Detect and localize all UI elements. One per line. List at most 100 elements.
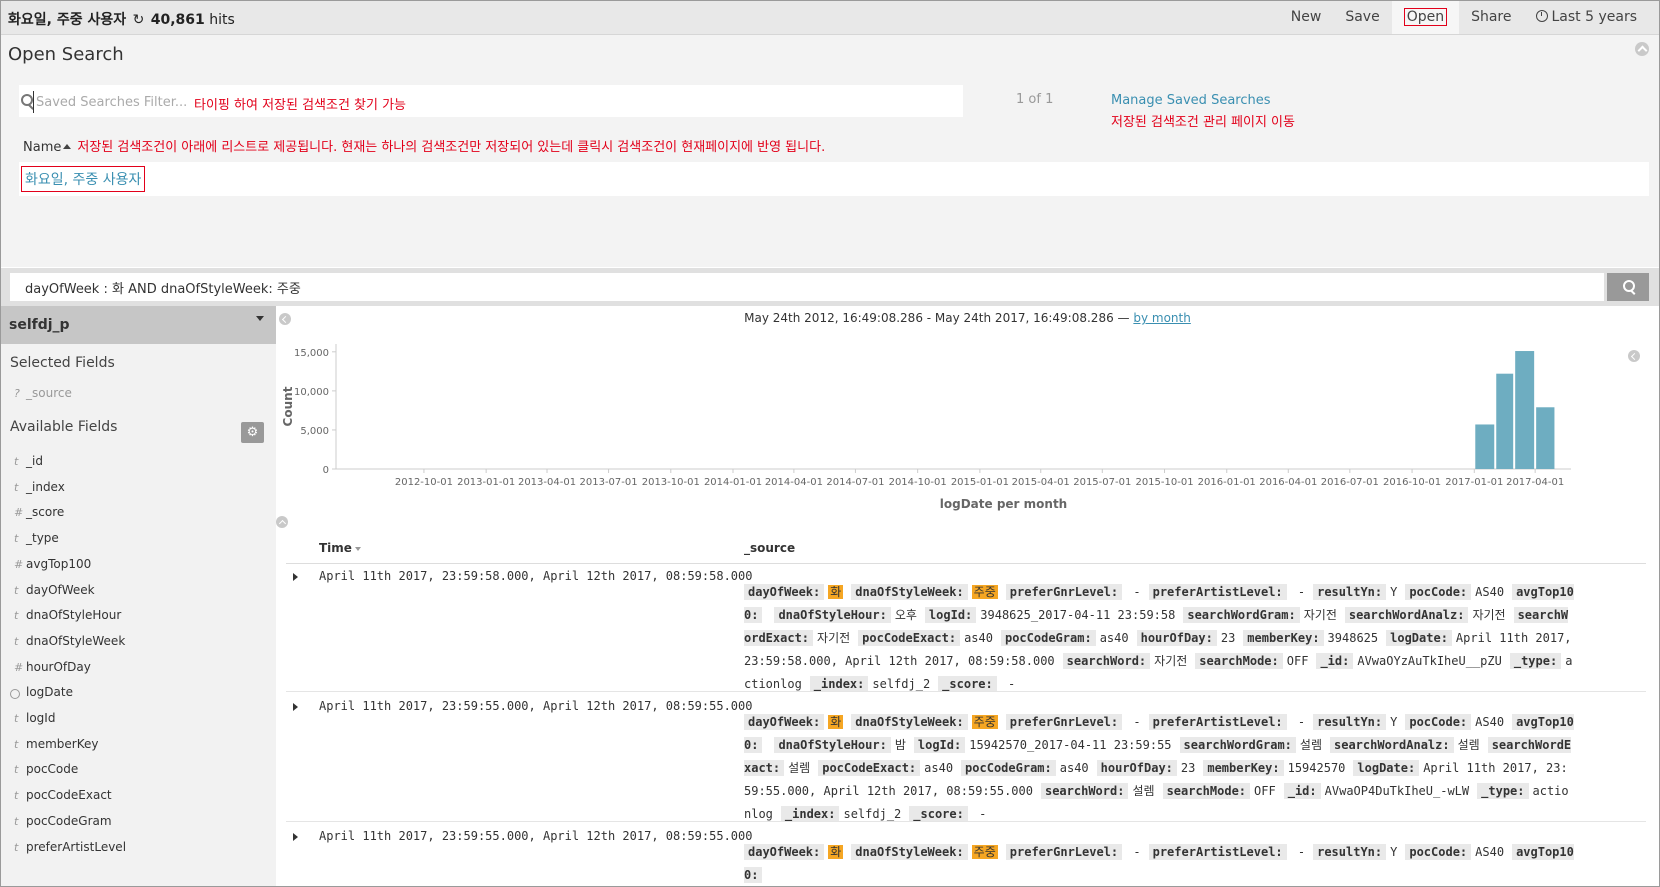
field-type-icon: # <box>14 557 24 571</box>
source-field-value: - <box>1291 845 1305 859</box>
gear-icon[interactable]: ⚙ <box>241 422 264 443</box>
field-value: - <box>1126 585 1141 599</box>
source-field-key: resultYn: <box>1313 584 1387 600</box>
table-row: April 11th 2017, 23:59:58.000, April 12t… <box>286 563 1646 692</box>
share-button[interactable]: Share <box>1459 1 1523 34</box>
sidebar-field-logDate[interactable]: logDate <box>1 682 276 706</box>
source-field-value: 자기전 <box>1472 608 1505 622</box>
field-value: 15942570_2017-04-11 23:59:55 <box>969 738 1172 752</box>
histogram-bar[interactable] <box>1515 351 1535 469</box>
time-picker-button[interactable]: Last 5 years <box>1524 1 1650 34</box>
source-field-value: 설렘 <box>1458 738 1480 752</box>
field-value: 설렘 <box>1299 738 1322 752</box>
top-menu: New Save Open Share Last 5 years <box>1279 1 1649 34</box>
sidebar-field-dayOfWeek[interactable]: t dayOfWeek <box>1 580 276 604</box>
source-field-value: 화 <box>828 585 844 599</box>
sidebar-field-index[interactable]: t _index <box>1 477 276 501</box>
sidebar-field-dnaOfStyleHour[interactable]: t dnaOfStyleHour <box>1 605 276 629</box>
histogram-bar[interactable] <box>1536 407 1555 469</box>
collapse-panel-icon[interactable] <box>1635 42 1649 56</box>
source-field-key: searchWord: <box>1040 783 1129 799</box>
source-column-header: _source <box>744 541 796 555</box>
source-field-value: AVwaOP4DuTkIheU_-wLW <box>1325 784 1470 798</box>
expand-row-icon[interactable] <box>293 573 298 581</box>
sidebar-field-pocCodeGram[interactable]: t pocCodeGram <box>1 811 276 835</box>
source-field-value: 23 <box>1181 761 1195 775</box>
highlighted-value: 주중 <box>971 845 998 859</box>
sidebar-field-avgTop100[interactable]: # avgTop100 <box>1 554 276 578</box>
selected-fields-title: Selected Fields <box>10 355 115 371</box>
pager-text: 1 of 1 <box>1016 92 1054 107</box>
field-value: 설렘 <box>1132 784 1155 798</box>
interval-link[interactable]: by month <box>1133 311 1190 325</box>
source-field-key: logId: <box>913 737 966 753</box>
sidebar-field-preferArtistLevel[interactable]: t preferArtistLevel <box>1 837 276 861</box>
source-field-value: 설렘 <box>788 761 810 775</box>
x-tick-label: 2012-10-01 <box>395 477 453 488</box>
sidebar-field-pocCode[interactable]: t pocCode <box>1 759 276 783</box>
name-column-header[interactable]: Name 저장된 검색조건이 아래에 리스트로 제공됩니다. 현재는 하나의 검색… <box>23 136 825 155</box>
field-value: 설렘 <box>1457 738 1480 752</box>
x-tick-label: 2014-04-01 <box>765 477 823 488</box>
x-tick-label: 2013-01-01 <box>457 477 515 488</box>
expand-row-icon[interactable] <box>293 703 298 711</box>
source-field-key: logDate: <box>1386 630 1452 646</box>
source-field-value: selfdj_2 <box>843 807 901 821</box>
search-icon <box>1623 280 1635 292</box>
sidebar-field-memberKey[interactable]: t memberKey <box>1 734 276 758</box>
source-field-value: - <box>1126 715 1140 729</box>
index-pattern-selector[interactable]: selfdj_p <box>1 306 276 344</box>
histogram-bar[interactable] <box>1496 373 1514 469</box>
time-column-header[interactable]: Time <box>319 541 361 555</box>
x-tick-label: 2016-01-01 <box>1198 477 1256 488</box>
source-field-value: as40 <box>1060 761 1089 775</box>
open-button[interactable]: Open <box>1391 1 1460 34</box>
panel-title: Open Search <box>8 44 124 65</box>
source-field-value: 화 <box>828 715 844 729</box>
field-type-icon: t <box>14 583 19 597</box>
sidebar-field-type[interactable]: t _type <box>1 528 276 552</box>
manage-saved-searches-link[interactable]: Manage Saved Searches <box>1111 93 1271 108</box>
source-field-key: pocCodeExact: <box>818 760 921 776</box>
new-button[interactable]: New <box>1279 1 1334 34</box>
collapse-histogram-icon[interactable] <box>276 516 288 528</box>
expand-row-icon[interactable] <box>293 833 298 841</box>
sidebar-field-logId[interactable]: t logId <box>1 708 276 732</box>
saved-search-filter-input[interactable] <box>33 91 198 113</box>
row-source: dayOfWeek: 화 dnaOfStyleWeek: 주중 preferGnrLev… <box>744 711 1574 821</box>
field-value: 15942570 <box>1287 761 1346 775</box>
sidebar-field-id[interactable]: t _id <box>1 451 276 475</box>
x-tick-label: 2015-07-01 <box>1073 477 1131 488</box>
source-field-key: searchMode: <box>1195 653 1283 669</box>
source-field-value: - <box>1291 585 1305 599</box>
highlighted-value: 화 <box>828 585 844 599</box>
sidebar-field-pocCodeExact[interactable]: t pocCodeExact <box>1 785 276 809</box>
field-value: Y <box>1390 585 1398 599</box>
field-value: AS40 <box>1475 585 1505 599</box>
saved-search-item[interactable]: 화요일, 주중 사용자 <box>21 166 146 192</box>
x-axis-label: logDate per month <box>940 497 1067 511</box>
search-button[interactable] <box>1607 273 1649 301</box>
source-field-key: preferGnrLevel: <box>1005 584 1123 600</box>
query-input[interactable] <box>10 273 1604 301</box>
x-tick-label: 2017-04-01 <box>1506 477 1564 488</box>
source-field-key: memberKey: <box>1243 630 1324 646</box>
source-field-key: logId: <box>924 607 977 623</box>
histogram-bar[interactable] <box>1475 424 1495 469</box>
save-button[interactable]: Save <box>1333 1 1391 34</box>
row-time: April 11th 2017, 23:59:58.000, April 12t… <box>319 569 753 583</box>
sidebar-field-dnaOfStyleWeek[interactable]: t dnaOfStyleWeek <box>1 631 276 655</box>
name-header-label: Name <box>23 140 62 155</box>
row-time: April 11th 2017, 23:59:55.000, April 12t… <box>319 699 753 713</box>
field-value: - <box>1126 715 1141 729</box>
selected-field-item[interactable]: ? _source <box>1 383 276 407</box>
field-name: logId <box>26 711 56 725</box>
sidebar-field-hourOfDay[interactable]: # hourOfDay <box>1 657 276 681</box>
field-value: - <box>1000 677 1016 691</box>
y-tick-label: 10,000 <box>294 387 329 398</box>
hits-count: 40,861 <box>150 12 205 28</box>
field-sidebar: selfdj_p Selected Fields ? _source Avail… <box>1 306 276 886</box>
sidebar-field-score[interactable]: # _score <box>1 502 276 526</box>
refresh-icon[interactable]: ↻ <box>133 12 145 28</box>
source-field-key: preferGnrLevel: <box>1005 844 1123 860</box>
